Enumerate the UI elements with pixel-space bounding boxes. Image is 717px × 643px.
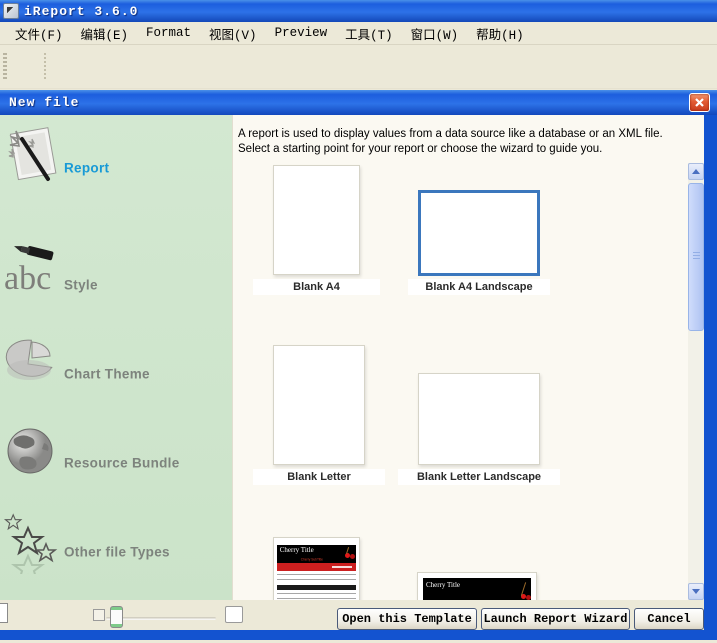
dialog-titlebar: New file — [0, 90, 717, 115]
scroll-down-button[interactable] — [688, 583, 704, 600]
dialog-description: A report is used to display values from … — [238, 127, 663, 157]
template-list-viewport: Blank A4 Blank A4 Landscape Blank Letter… — [233, 163, 688, 600]
cherry-column-headers — [277, 574, 356, 584]
template-label-blank-a4[interactable]: Blank A4 — [253, 279, 380, 295]
open-template-button[interactable]: Open this Template — [337, 608, 477, 630]
sidebar-item-label: Resource Bundle — [64, 455, 180, 471]
dialog-main-panel: A report is used to display values from … — [233, 115, 704, 600]
app-title: iReport 3.6.0 — [24, 3, 139, 19]
sidebar-item-resource-bundle[interactable]: Resource Bundle — [0, 423, 233, 503]
stars-icon — [2, 512, 60, 584]
sidebar-item-label: Chart Theme — [64, 366, 150, 382]
dialog-bottom-bar: Open this Template Launch Report Wizard … — [0, 600, 704, 630]
partial-field — [0, 603, 8, 623]
thumbnail-size-large-icon[interactable] — [225, 606, 243, 623]
report-wand-icon — [2, 123, 60, 185]
cherry-title: Cherry Title — [279, 546, 314, 555]
cherry-detail-rows — [277, 593, 356, 600]
template-label-blank-letter[interactable]: Blank Letter — [253, 469, 385, 485]
thumbnail-size-small-icon[interactable] — [93, 609, 105, 621]
arrow-down-icon — [692, 589, 700, 594]
sidebar-item-label: Report — [64, 160, 110, 176]
menu-file[interactable]: 文件(F) — [6, 22, 72, 45]
template-cherry-portrait[interactable]: Cherry Title Cherry SubTitle — [273, 537, 360, 600]
sidebar-item-label: Other file Types — [64, 544, 170, 560]
close-button[interactable] — [689, 93, 710, 112]
thumbnail-size-slider-thumb[interactable] — [110, 606, 123, 628]
template-blank-a4-landscape[interactable] — [418, 190, 540, 276]
sidebar-item-style[interactable]: abc Style — [0, 245, 233, 325]
template-scrollbar[interactable] — [688, 163, 704, 600]
template-label-blank-a4-landscape[interactable]: Blank A4 Landscape — [408, 279, 550, 295]
dialog-sidebar: Report abc Style Chart Theme Resource Bu… — [0, 115, 233, 600]
template-label-blank-letter-landscape[interactable]: Blank Letter Landscape — [398, 469, 560, 485]
svg-text:abc: abc — [4, 260, 51, 297]
template-blank-letter-landscape[interactable] — [418, 373, 540, 465]
toolbar-separator — [44, 53, 46, 81]
sidebar-item-other-file-types[interactable]: Other file Types — [0, 512, 233, 592]
pie-chart-icon — [2, 334, 60, 396]
app-titlebar: iReport 3.6.0 — [0, 0, 717, 22]
menu-format[interactable]: Format — [137, 24, 200, 42]
toolbar-grip — [3, 53, 7, 81]
style-brush-icon: abc — [2, 245, 60, 307]
cherry-group-bar — [277, 585, 356, 590]
sidebar-item-label: Style — [64, 277, 98, 293]
sidebar-item-report[interactable]: Report — [0, 123, 233, 213]
ireport-window: iReport 3.6.0 文件(F) 编辑(E) Format 视图(V) P… — [0, 0, 717, 643]
template-blank-a4[interactable] — [273, 165, 360, 275]
description-line-2: Select a starting point for your report … — [238, 143, 603, 155]
cancel-button[interactable]: Cancel — [634, 608, 704, 630]
cherry-icon — [517, 578, 532, 600]
template-cherry-landscape[interactable]: Cherry Title Cherry SubTitle — [417, 572, 537, 600]
cherry-red-stripe — [277, 563, 356, 571]
dialog-title: New file — [9, 95, 80, 110]
cherry-icon — [340, 544, 356, 564]
menu-help[interactable]: 帮助(H) — [467, 22, 533, 45]
toolbar: Scott/Tiger — [0, 45, 717, 120]
arrow-up-icon — [692, 169, 700, 174]
template-blank-letter[interactable] — [273, 345, 365, 465]
globe-icon — [2, 423, 60, 485]
close-icon — [694, 97, 705, 108]
menu-preview[interactable]: Preview — [266, 24, 337, 42]
menu-window[interactable]: 窗口(W) — [402, 22, 468, 45]
menu-tools[interactable]: 工具(T) — [336, 22, 402, 45]
cherry-subtitle: Cherry SubTitle — [300, 557, 323, 562]
scroll-up-button[interactable] — [688, 163, 704, 180]
menu-edit[interactable]: 编辑(E) — [72, 22, 138, 45]
cherry-title: Cherry Title — [425, 580, 461, 589]
cherry-header-band: Cherry Title Cherry SubTitle — [422, 578, 532, 600]
menu-view[interactable]: 视图(V) — [200, 22, 266, 45]
description-line-1: A report is used to display values from … — [238, 128, 663, 140]
scrollbar-thumb[interactable] — [688, 183, 704, 331]
dialog-border-bottom — [0, 630, 717, 640]
new-file-dialog: New file Report abc Style Chart Theme Re… — [0, 90, 717, 640]
launch-report-wizard-button[interactable]: Launch Report Wizard — [481, 608, 630, 630]
ireport-app-icon — [3, 3, 19, 19]
menubar: 文件(F) 编辑(E) Format 视图(V) Preview 工具(T) 窗… — [0, 22, 717, 45]
sidebar-item-chart-theme[interactable]: Chart Theme — [0, 334, 233, 414]
dialog-border-right — [704, 90, 717, 640]
